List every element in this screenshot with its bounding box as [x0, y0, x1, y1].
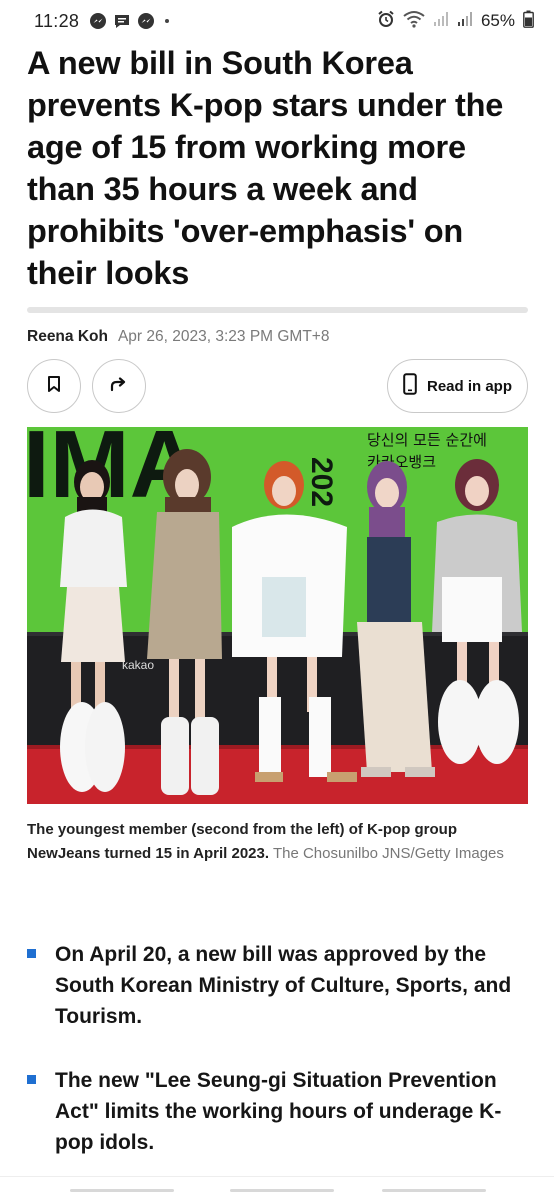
author-link[interactable]: Reena Koh: [27, 328, 108, 346]
photo-caption: The youngest member (second from the lef…: [27, 818, 532, 865]
status-bar: 11:28 65%: [0, 0, 554, 42]
divider: [27, 307, 528, 313]
system-icons: 65%: [377, 10, 534, 33]
nav-indicator[interactable]: [230, 1189, 334, 1192]
photo-credit: The Chosunilbo JNS/Getty Images: [272, 844, 504, 862]
messenger-icon: [89, 12, 107, 30]
bottom-navigation: [0, 1176, 554, 1200]
notification-icons: [89, 12, 170, 30]
read-in-app-button[interactable]: Read in app: [387, 359, 528, 413]
key-points: On April 20, a new bill was approved by …: [27, 939, 532, 1158]
bullet-square-icon: [27, 949, 36, 958]
share-arrow-icon: [110, 376, 128, 397]
sign-year: 202: [305, 457, 338, 507]
nav-indicator[interactable]: [382, 1189, 486, 1192]
signal-icon: [457, 11, 473, 32]
messenger-icon: [137, 12, 155, 30]
chat-icon: [113, 12, 131, 30]
byline: Reena Koh Apr 26, 2023, 3:23 PM GMT+8: [27, 328, 329, 346]
bookmark-icon: [47, 375, 61, 397]
list-item: The new "Lee Seung-gi Situation Preventi…: [27, 1065, 532, 1158]
battery-percent: 65%: [480, 11, 515, 30]
bookmark-button[interactable]: [27, 359, 81, 413]
wifi-icon: [403, 10, 425, 33]
bullet-square-icon: [27, 1075, 36, 1084]
battery-icon: [523, 10, 534, 33]
signal-icon: [433, 11, 449, 32]
status-time: 11:28: [34, 10, 80, 31]
sponsor-text: kakao: [122, 658, 154, 672]
sign-korean-1: 당신의 모든 순간에: [367, 431, 487, 449]
nav-indicator[interactable]: [70, 1189, 174, 1192]
publish-date: Apr 26, 2023, 3:23 PM GMT+8: [117, 328, 330, 345]
bullet-text: On April 20, a new bill was approved by …: [55, 943, 512, 1028]
list-item: On April 20, a new bill was approved by …: [27, 939, 532, 1032]
more-notifications-dot: [165, 19, 170, 23]
bullet-text: The new "Lee Seung-gi Situation Preventi…: [55, 1069, 502, 1154]
phone-icon: [403, 373, 417, 399]
share-button[interactable]: [92, 359, 146, 413]
article-headline: A new bill in South Korea prevents K-pop…: [27, 45, 504, 291]
alarm-icon: [377, 10, 395, 33]
read-in-app-label: Read in app: [426, 377, 512, 395]
red-carpet-photo: IMA 202 당신의 모든 순간에 카카오뱅크 kakao: [27, 427, 528, 804]
article-photo[interactable]: IMA 202 당신의 모든 순간에 카카오뱅크 kakao: [27, 427, 528, 804]
